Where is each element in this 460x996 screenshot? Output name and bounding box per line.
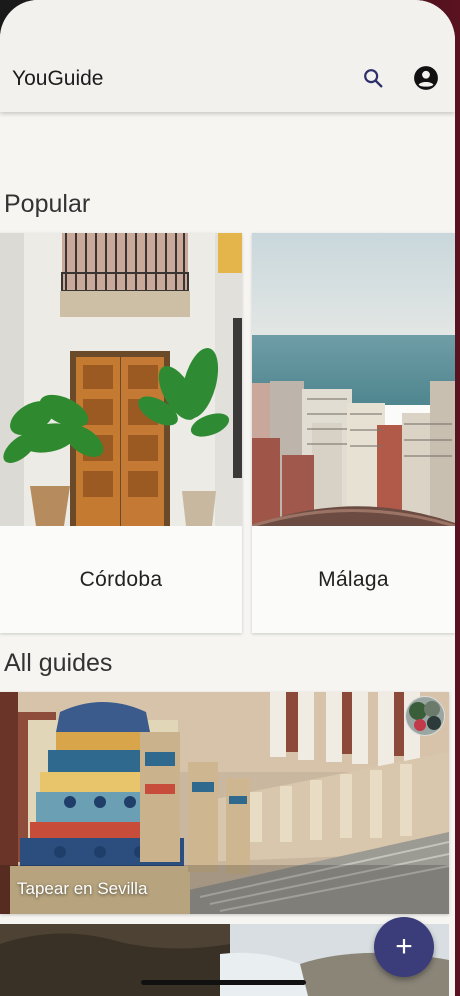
app-screen: YouGuide Popular Córdoba Málaga All guid… [0, 0, 455, 996]
guide-title: Tapear en Sevilla [17, 879, 148, 898]
author-avatar[interactable] [405, 696, 445, 736]
app-title: YouGuide [12, 67, 104, 90]
add-guide-button[interactable]: + [374, 917, 434, 977]
popular-card-malaga[interactable]: Málaga [252, 233, 455, 633]
card-name: Córdoba [79, 567, 163, 591]
popular-card-cordoba[interactable]: Córdoba [0, 233, 242, 633]
card-name: Málaga [318, 567, 389, 591]
search-icon[interactable] [359, 64, 387, 92]
cordoba-image [0, 233, 242, 526]
add-icon: + [395, 930, 413, 963]
home-indicator [141, 980, 306, 985]
popular-section-title: Popular [4, 190, 91, 218]
malaga-image [252, 233, 455, 526]
app-bar: YouGuide [0, 0, 455, 112]
account-circle-icon[interactable] [412, 64, 440, 92]
all-guides-section-title: All guides [4, 649, 113, 677]
